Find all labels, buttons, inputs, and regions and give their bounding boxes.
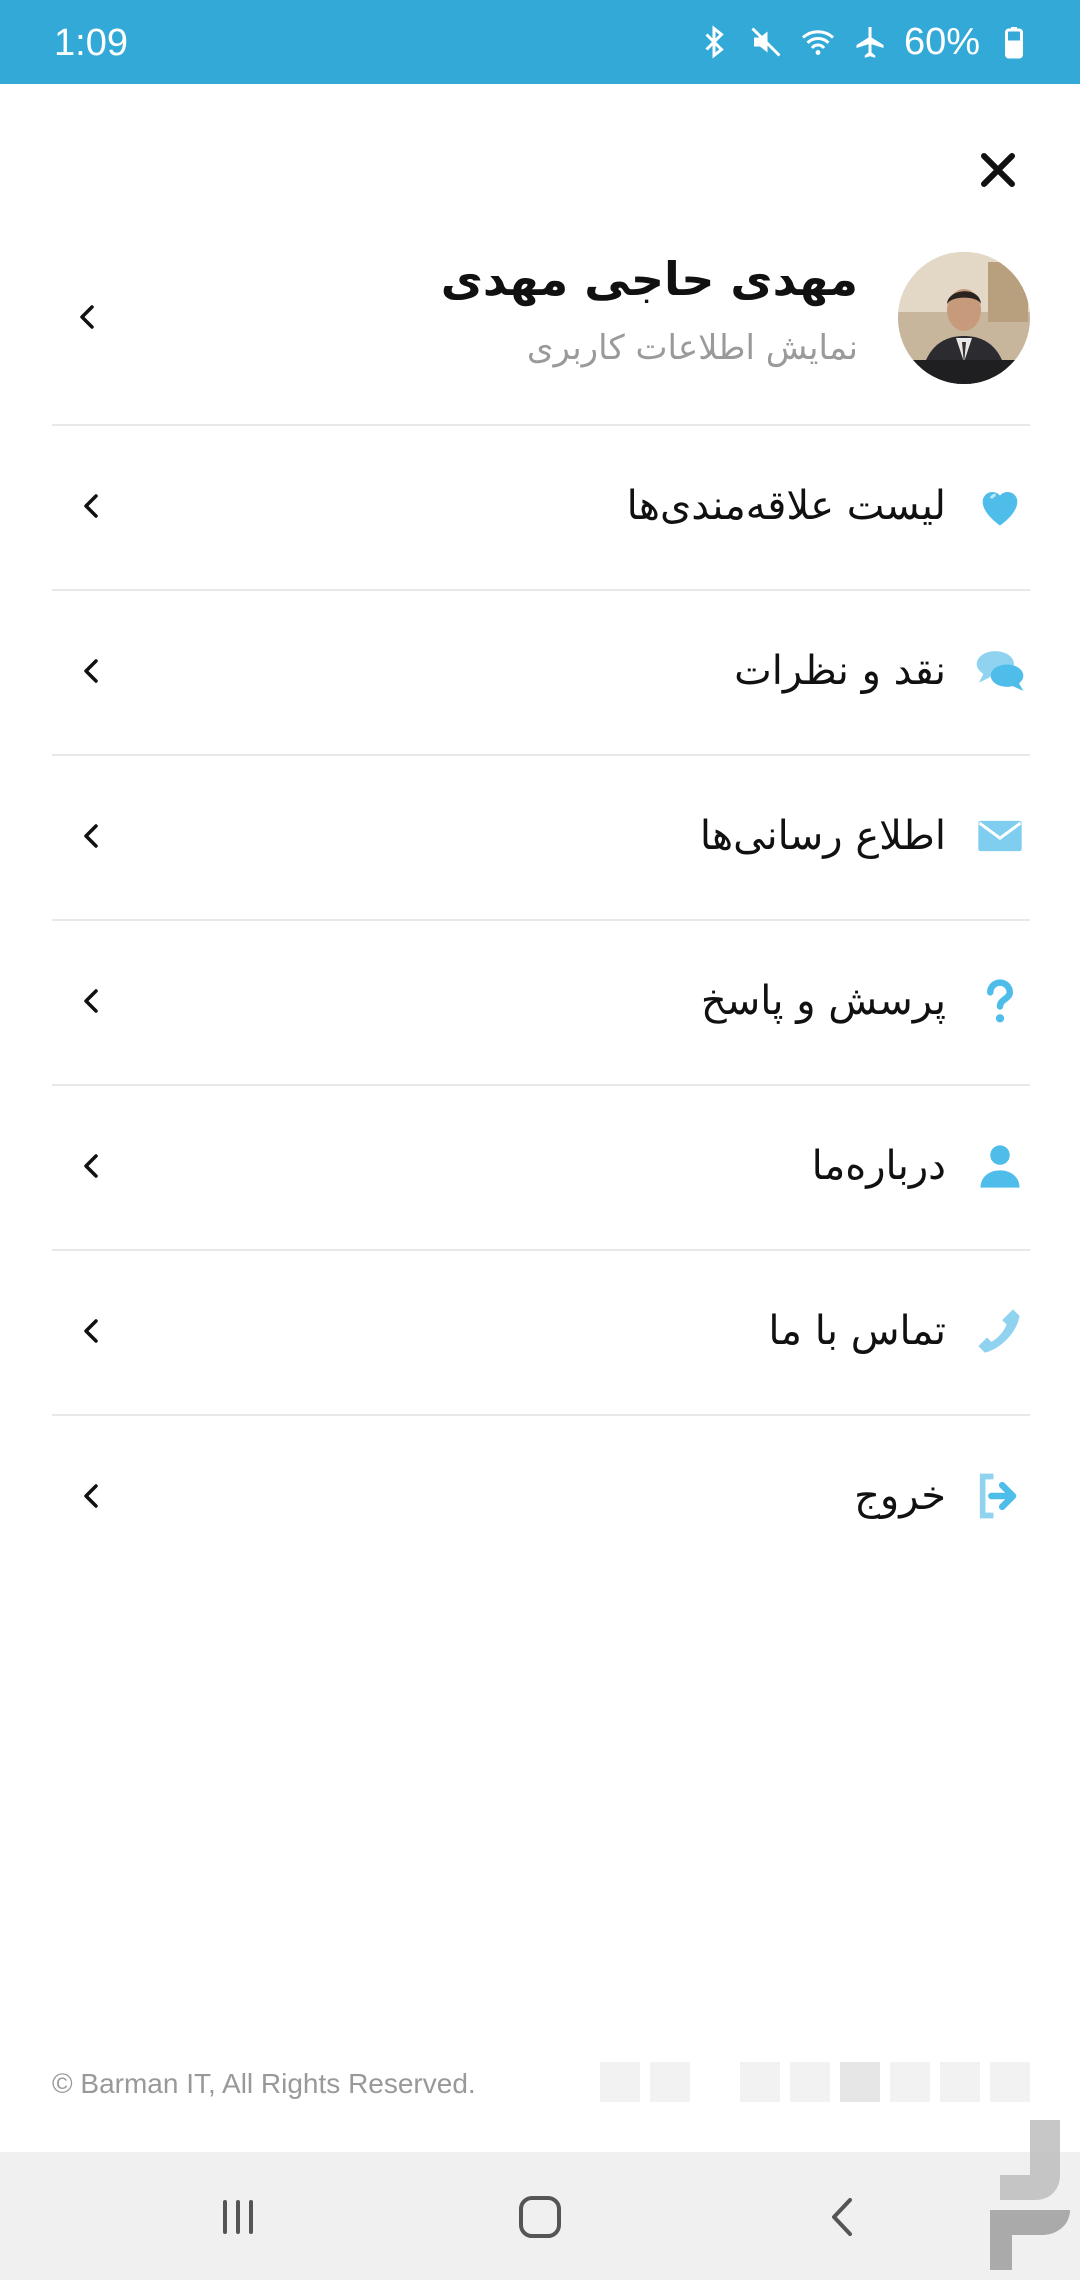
close-button[interactable] (970, 142, 1026, 198)
status-bar: 1:09 60% (0, 0, 1080, 84)
chevron-left-icon (84, 1484, 98, 1508)
question-icon (987, 979, 1014, 1023)
store-logo-icon (990, 2120, 1070, 2270)
airplane-icon (856, 27, 884, 58)
avatar[interactable] (898, 252, 1030, 384)
menu-item-label: اطلاع رسانی‌ها (699, 813, 946, 859)
envelope-icon (978, 820, 1022, 852)
phone-icon (978, 1309, 1020, 1353)
profile-header[interactable]: مهدی حاجی مهدی نمایش اطلاعات کاربری (52, 240, 1030, 420)
copyright-text: © Barman IT, All Rights Reserved. (52, 2068, 476, 2099)
avatar-image (898, 252, 1030, 384)
chevron-left-icon (84, 1319, 98, 1343)
menu-item-notifications[interactable]: اطلاع رسانی‌ها (52, 754, 1030, 918)
profile-name: مهدی حاجی مهدی (440, 252, 858, 306)
status-time: 1:09 (54, 22, 128, 64)
menu-item-contact[interactable]: تماس با ما (52, 1249, 1030, 1413)
user-icon (980, 1145, 1020, 1188)
menu-item-logout[interactable]: خروج (52, 1414, 1030, 1578)
menu-item-faq[interactable]: پرسش و پاسخ (52, 919, 1030, 1083)
menu-item-label: درباره‌ما (811, 1143, 946, 1189)
close-icon (981, 153, 1015, 187)
back-icon[interactable] (808, 2182, 878, 2252)
menu-item-favorites[interactable]: لیست علاقه‌مندی‌ها (52, 424, 1030, 588)
menu-item-label: پرسش و پاسخ (700, 978, 946, 1024)
battery-percent: 60% (903, 20, 980, 63)
menu-item-label: نقد و نظرات (734, 648, 946, 694)
chevron-left-icon (84, 494, 98, 518)
chevron-left-icon (84, 989, 98, 1013)
home-icon[interactable] (505, 2182, 575, 2252)
menu-item-label: خروج (854, 1473, 946, 1519)
battery-icon (1005, 27, 1023, 59)
logout-icon (979, 1473, 1017, 1519)
comments-icon (976, 651, 1024, 691)
system-nav-bar (0, 2152, 1080, 2280)
profile-subtitle: نمایش اطلاعات کاربری (526, 328, 858, 368)
footer-logo-placeholder (600, 2062, 1030, 2104)
recent-apps-icon[interactable] (203, 2182, 273, 2252)
menu-item-reviews[interactable]: نقد و نظرات (52, 589, 1030, 753)
chevron-left-icon (84, 1154, 98, 1178)
chevron-left-icon (84, 824, 98, 848)
heart-icon (982, 491, 1018, 526)
chevron-left-icon (84, 659, 98, 683)
wifi-icon (801, 30, 834, 55)
chevron-left-icon (80, 305, 94, 329)
menu-item-label: لیست علاقه‌مندی‌ها (626, 483, 946, 529)
menu-item-label: تماس با ما (768, 1308, 946, 1354)
menu-item-about[interactable]: درباره‌ما (52, 1084, 1030, 1248)
mute-icon (751, 27, 781, 57)
bluetooth-icon (705, 25, 724, 59)
